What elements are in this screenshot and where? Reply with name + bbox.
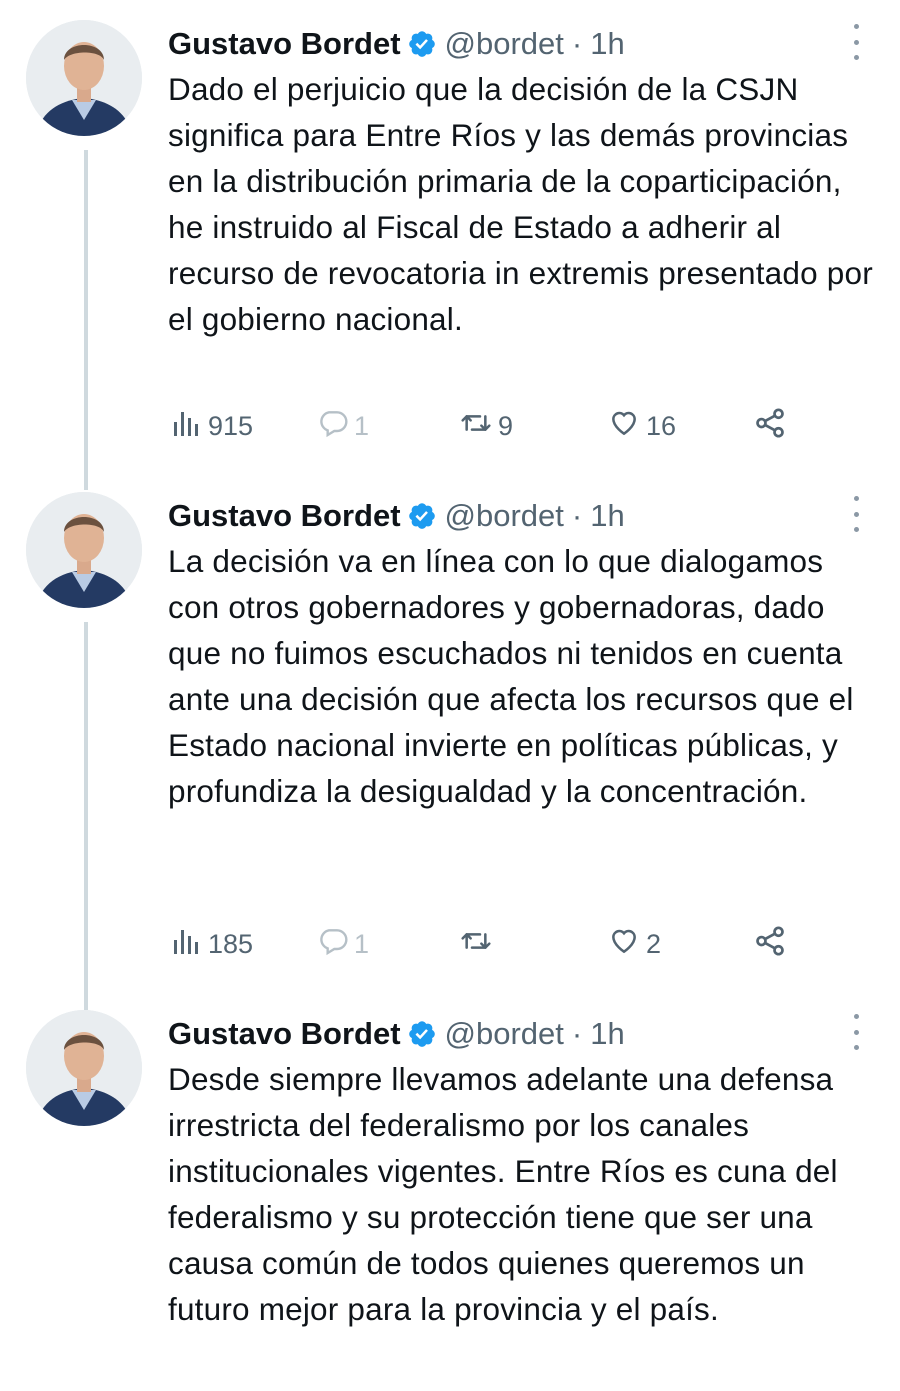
more-dots-icon[interactable]: [848, 496, 864, 532]
tweet-text: La decisión va en línea con lo que dialo…: [168, 543, 854, 809]
verified-badge-icon: [407, 1019, 437, 1049]
separator: ·: [571, 1016, 583, 1051]
reply-count: 1: [354, 410, 370, 441]
avatar[interactable]: [26, 1010, 142, 1126]
views-count: 185: [208, 928, 254, 959]
author-handle[interactable]: @bordet: [445, 1016, 564, 1052]
timestamp[interactable]: 1h: [590, 498, 624, 534]
separator: ·: [571, 26, 583, 61]
heart-icon: [606, 925, 642, 964]
share-button[interactable]: [752, 924, 788, 964]
action-bar: 185 1 2: [168, 924, 808, 964]
views-button[interactable]: 185: [172, 924, 253, 964]
retweet-arrows-icon: [458, 925, 494, 964]
share-icon: [752, 406, 788, 447]
separator: ·: [571, 498, 583, 533]
views-bar-chart-icon: [172, 408, 204, 445]
views-count: 915: [208, 410, 254, 441]
author-name[interactable]: Gustavo Bordet: [168, 26, 401, 62]
reply-button[interactable]: 1: [316, 924, 369, 964]
reply-bubble-icon: [316, 407, 350, 446]
avatar[interactable]: [26, 20, 142, 136]
author-handle[interactable]: @bordet: [445, 498, 564, 534]
verified-badge-icon: [407, 29, 437, 59]
more-dots-icon[interactable]: [848, 24, 864, 60]
retweet-count: 9: [498, 410, 514, 441]
author-name[interactable]: Gustavo Bordet: [168, 498, 401, 534]
retweet-button[interactable]: 9: [458, 406, 513, 446]
like-count: 16: [646, 410, 677, 441]
action-bar: 915 1 9 16: [168, 406, 808, 446]
timestamp[interactable]: 1h: [590, 26, 624, 62]
like-count: 2: [646, 928, 662, 959]
reply-button[interactable]: 1: [316, 406, 369, 446]
retweet-button[interactable]: [458, 924, 498, 964]
reply-count: 1: [354, 928, 370, 959]
timestamp[interactable]: 1h: [590, 1016, 624, 1052]
like-button[interactable]: 2: [606, 924, 661, 964]
tweet[interactable]: Gustavo Bordet @bordet · 1h Dado el perj…: [0, 20, 900, 460]
author-name[interactable]: Gustavo Bordet: [168, 1016, 401, 1052]
retweet-arrows-icon: [458, 407, 494, 446]
more-dots-icon[interactable]: [848, 1014, 864, 1050]
heart-icon: [606, 407, 642, 446]
share-icon: [752, 924, 788, 965]
views-bar-chart-icon: [172, 926, 204, 963]
views-button[interactable]: 915: [172, 406, 253, 446]
author-handle[interactable]: @bordet: [445, 26, 564, 62]
tweet[interactable]: Gustavo Bordet @bordet · 1h Desde siempr…: [0, 1010, 900, 1391]
verified-badge-icon: [407, 501, 437, 531]
share-button[interactable]: [752, 406, 788, 446]
tweet-text: Dado el perjuicio que la decisión de la …: [168, 71, 873, 337]
avatar[interactable]: [26, 492, 142, 608]
reply-bubble-icon: [316, 925, 350, 964]
tweet-text: Desde siempre llevamos adelante una defe…: [168, 1061, 838, 1327]
like-button[interactable]: 16: [606, 406, 676, 446]
tweet[interactable]: Gustavo Bordet @bordet · 1h La decisión …: [0, 492, 900, 992]
